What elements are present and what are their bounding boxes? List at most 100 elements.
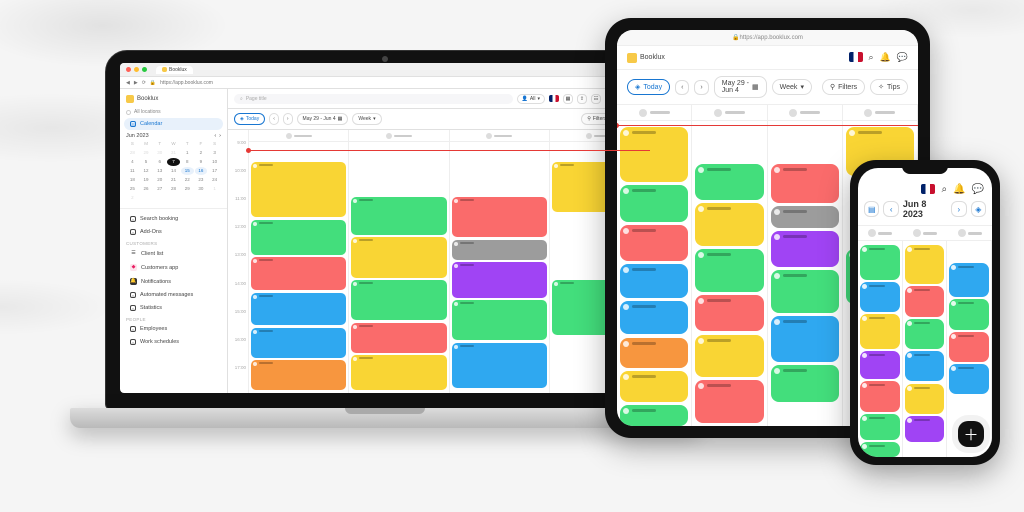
booking-event[interactable]	[452, 262, 547, 297]
browser-tab[interactable]: Booklux	[156, 66, 193, 74]
booking-event[interactable]	[251, 257, 346, 290]
booking-event[interactable]	[949, 364, 989, 394]
calendar-view-icon[interactable]: ☷	[591, 94, 601, 104]
export-icon[interactable]: ⇪	[577, 94, 587, 104]
booking-event[interactable]	[620, 264, 688, 298]
booking-event[interactable]	[860, 314, 900, 349]
mini-day[interactable]: 14	[167, 167, 180, 175]
mini-day[interactable]: 25	[126, 185, 139, 193]
nav-calendar[interactable]: ☷ Calendar	[124, 118, 223, 130]
mini-day[interactable]: 13	[153, 167, 166, 175]
mini-day[interactable]: 2	[195, 149, 208, 157]
bell-icon[interactable]: 🔔	[880, 52, 891, 63]
booking-event[interactable]	[905, 319, 945, 349]
booking-event[interactable]	[251, 328, 346, 358]
mini-day[interactable]: 9	[195, 158, 208, 166]
month-next-icon[interactable]: ›	[219, 133, 221, 139]
mini-day[interactable]: 27	[153, 185, 166, 193]
sidebar-item[interactable]: ☰Client list	[124, 247, 223, 260]
mini-day[interactable]: 12	[140, 167, 153, 175]
sidebar-item[interactable]: ◆Customers app	[124, 261, 223, 274]
booking-event[interactable]	[860, 282, 900, 312]
today-button[interactable]: ◈	[971, 201, 986, 217]
view-select[interactable]: Week ▾	[352, 113, 381, 125]
mini-day[interactable]: 16	[195, 167, 208, 175]
window-min-icon[interactable]	[134, 67, 139, 72]
booking-event[interactable]	[695, 335, 763, 378]
booking-event[interactable]	[251, 162, 346, 217]
booking-event[interactable]	[860, 381, 900, 411]
mini-day[interactable]: 26	[140, 185, 153, 193]
next-day-button[interactable]: ›	[951, 201, 966, 217]
search-input[interactable]: ⌕ Page title	[234, 94, 513, 104]
booking-event[interactable]	[949, 299, 989, 329]
chat-icon[interactable]: 💬	[972, 184, 984, 195]
mini-day[interactable]: 17	[208, 167, 221, 175]
booking-event[interactable]	[695, 203, 763, 246]
sidebar-item[interactable]: ○Add-Ons	[124, 226, 223, 238]
mini-day[interactable]: 4	[126, 158, 139, 166]
booking-event[interactable]	[771, 270, 839, 313]
booking-event[interactable]	[620, 185, 688, 222]
booking-event[interactable]	[695, 164, 763, 201]
filters-button[interactable]: ⚲ Filters	[822, 79, 865, 95]
brand[interactable]: Booklux	[120, 93, 227, 107]
booking-event[interactable]	[351, 280, 446, 320]
today-button[interactable]: ◈ Today	[234, 113, 265, 125]
mini-day[interactable]: 11	[126, 167, 139, 175]
booking-event[interactable]	[351, 197, 446, 235]
mini-day[interactable]: 15	[181, 167, 194, 175]
reload-icon[interactable]: ⟳	[142, 80, 146, 86]
flag-icon[interactable]	[549, 95, 559, 102]
mini-day[interactable]: 10	[208, 158, 221, 166]
back-icon[interactable]: ◀	[126, 80, 130, 86]
mini-day[interactable]: 29	[181, 185, 194, 193]
booking-event[interactable]	[771, 316, 839, 362]
prev-week-button[interactable]: ‹	[675, 80, 689, 95]
booking-event[interactable]	[620, 338, 688, 369]
booking-event[interactable]	[860, 245, 900, 280]
search-icon[interactable]: ⌕	[941, 184, 947, 195]
mini-day[interactable]: 30	[195, 185, 208, 193]
phone-date[interactable]: Jun 8 2023	[903, 199, 947, 219]
tips-button[interactable]: ✧ Tips	[870, 79, 908, 95]
flag-icon[interactable]	[921, 184, 935, 194]
sidebar-item[interactable]: ○Employees	[124, 323, 223, 335]
view-select[interactable]: Week ▾	[772, 79, 812, 95]
booking-event[interactable]	[860, 351, 900, 379]
booking-event[interactable]	[620, 405, 688, 426]
booking-event[interactable]	[905, 286, 945, 316]
booking-event[interactable]	[905, 384, 945, 414]
url-bar[interactable]: ◀ ▶ ⟳ 🔒 https://app.booklux.com ⇪ ＋	[120, 77, 650, 89]
booking-event[interactable]	[251, 220, 346, 255]
mini-day[interactable]: 23	[195, 176, 208, 184]
booking-event[interactable]	[620, 225, 688, 262]
mini-calendar[interactable]: SMTWTFS282930311234567891011121314151617…	[120, 140, 227, 205]
booking-event[interactable]	[351, 323, 446, 353]
next-week-button[interactable]: ›	[283, 113, 293, 125]
forward-icon[interactable]: ▶	[134, 80, 138, 86]
mini-day[interactable]: 5	[140, 158, 153, 166]
mini-day[interactable]: 3	[208, 149, 221, 157]
booking-event[interactable]	[351, 237, 446, 277]
sidebar-item[interactable]: 🔔Notifications	[124, 275, 223, 288]
booking-event[interactable]	[452, 343, 547, 388]
booking-event[interactable]	[351, 355, 446, 390]
booking-event[interactable]	[771, 164, 839, 204]
tablet-brand[interactable]: Booklux	[627, 53, 665, 63]
month-prev-icon[interactable]: ‹	[214, 133, 216, 139]
next-week-button[interactable]: ›	[694, 80, 708, 95]
booking-event[interactable]	[949, 263, 989, 298]
booking-event[interactable]	[695, 295, 763, 332]
flag-icon[interactable]	[849, 52, 863, 62]
booking-event[interactable]	[452, 300, 547, 340]
booking-event[interactable]	[620, 371, 688, 402]
apps-icon[interactable]: ▦	[563, 94, 573, 104]
booking-event[interactable]	[905, 351, 945, 381]
today-button[interactable]: ◈ Today	[627, 79, 670, 95]
sidebar-item[interactable]: ○Automated messages	[124, 289, 223, 301]
booking-event[interactable]	[771, 365, 839, 402]
booking-event[interactable]	[905, 416, 945, 442]
mini-day[interactable]: 19	[140, 176, 153, 184]
booking-event[interactable]	[620, 301, 688, 335]
